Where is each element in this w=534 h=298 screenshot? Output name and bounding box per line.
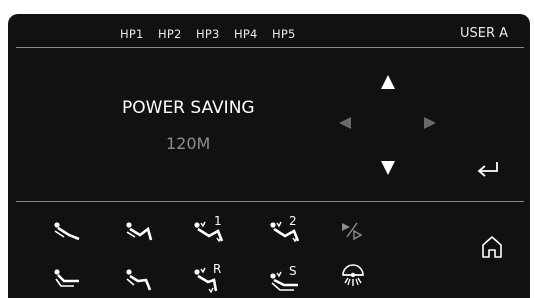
power-saving-time-value: 120M — [166, 134, 211, 153]
user-selector[interactable]: USER A — [460, 26, 508, 41]
header-divider — [16, 47, 524, 48]
control-panel-screen: HP1 HP2 HP3 HP4 HP5 USER A POWER SAVING … — [8, 14, 530, 298]
memory-2-label: 2 — [289, 214, 297, 228]
mode-title: POWER SAVING — [122, 98, 255, 118]
handpiece-4-tab[interactable]: HP4 — [234, 27, 258, 41]
start-label: S — [289, 264, 297, 278]
operating-light-icon[interactable] — [340, 264, 366, 294]
rinse-label: R — [213, 262, 221, 276]
controls-divider — [16, 201, 524, 202]
chair-start-position-icon[interactable]: S — [268, 262, 304, 296]
handpiece-1-tab[interactable]: HP1 — [120, 27, 144, 41]
chair-memory-2-icon[interactable]: 2 — [268, 214, 304, 246]
handpiece-2-tab[interactable]: HP2 — [158, 27, 182, 41]
triangle-left-icon[interactable] — [338, 116, 352, 130]
chair-position-2-icon[interactable] — [124, 218, 154, 244]
handpiece-3-tab[interactable]: HP3 — [196, 27, 220, 41]
chair-position-3-icon[interactable] — [52, 266, 82, 292]
home-icon[interactable] — [481, 235, 503, 259]
memory-1-label: 1 — [214, 214, 222, 228]
handpiece-5-tab[interactable]: HP5 — [272, 27, 296, 41]
triangle-right-icon[interactable] — [423, 116, 437, 130]
enter-return-icon[interactable] — [476, 160, 500, 178]
chair-position-4-icon[interactable] — [124, 266, 154, 292]
chair-position-1-icon[interactable] — [52, 218, 82, 244]
triangle-up-icon[interactable] — [380, 74, 396, 90]
chair-memory-1-icon[interactable]: 1 — [192, 214, 228, 246]
play-step-icon[interactable] — [340, 220, 364, 241]
chair-rinse-position-icon[interactable]: R — [192, 262, 228, 296]
triangle-down-icon[interactable] — [380, 160, 396, 176]
